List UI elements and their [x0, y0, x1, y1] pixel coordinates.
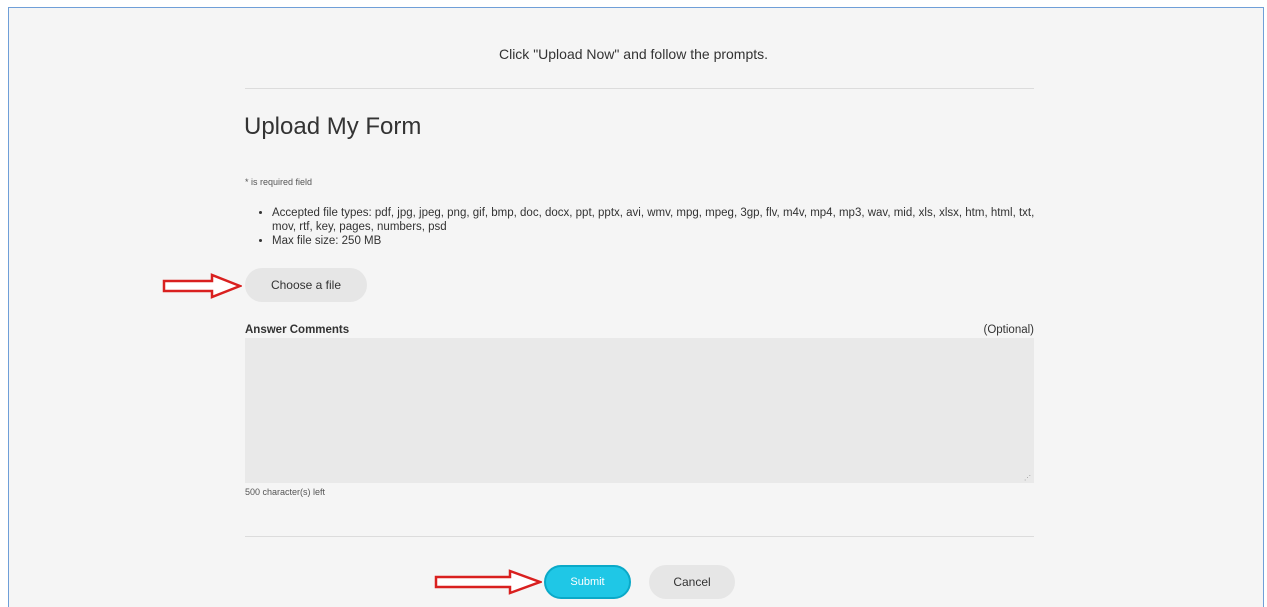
required-field-note: * is required field — [245, 177, 313, 187]
resize-grip-icon[interactable]: ⋰ — [1024, 474, 1031, 482]
submit-button[interactable]: Submit — [544, 565, 631, 599]
divider — [245, 88, 1034, 89]
optional-label: (Optional) — [983, 324, 1035, 336]
cancel-button[interactable]: Cancel — [649, 565, 735, 599]
upload-instruction: Click "Upload Now" and follow the prompt… — [498, 46, 769, 62]
page-frame — [8, 7, 1264, 607]
upload-rules-list: Accepted file types: pdf, jpg, jpeg, png… — [256, 206, 1052, 248]
characters-left: 500 character(s) left — [245, 487, 326, 497]
annotation-arrow-icon — [162, 273, 242, 299]
annotation-arrow-icon — [434, 569, 542, 595]
accepted-file-types: Accepted file types: pdf, jpg, jpeg, png… — [272, 206, 1052, 234]
choose-file-button[interactable]: Choose a file — [245, 268, 367, 302]
page-title: Upload My Form — [244, 113, 422, 140]
max-file-size: Max file size: 250 MB — [272, 234, 1052, 248]
divider — [245, 536, 1034, 537]
answer-comments-label: Answer Comments — [245, 324, 350, 336]
answer-comments-textarea[interactable] — [245, 338, 1034, 483]
